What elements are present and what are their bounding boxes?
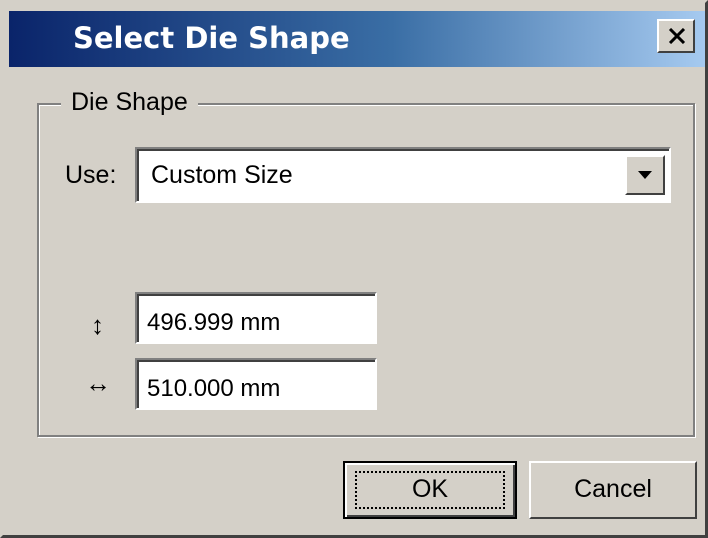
window-title: Select Die Shape [73,21,350,55]
close-icon [668,28,686,44]
width-field[interactable] [135,358,377,410]
cancel-button[interactable]: Cancel [529,461,697,519]
select-die-shape-dialog: Select Die Shape Die Shape Use: Custom S… [0,0,708,538]
title-bar[interactable]: Select Die Shape [9,11,705,67]
die-shape-legend: Die Shape [61,88,198,117]
use-dropdown-value: Custom Size [151,161,293,189]
dropdown-button[interactable] [625,155,665,195]
width-icon: ↔ [85,368,111,398]
ok-button[interactable]: OK [343,461,517,519]
cancel-button-label: Cancel [574,475,652,503]
chevron-down-icon [638,171,652,179]
use-dropdown[interactable]: Custom Size [135,147,671,203]
height-field[interactable] [135,292,377,344]
ok-button-label: OK [411,475,449,503]
height-icon: ↕ [91,310,104,340]
close-button[interactable] [657,19,695,53]
use-label: Use: [65,161,117,189]
